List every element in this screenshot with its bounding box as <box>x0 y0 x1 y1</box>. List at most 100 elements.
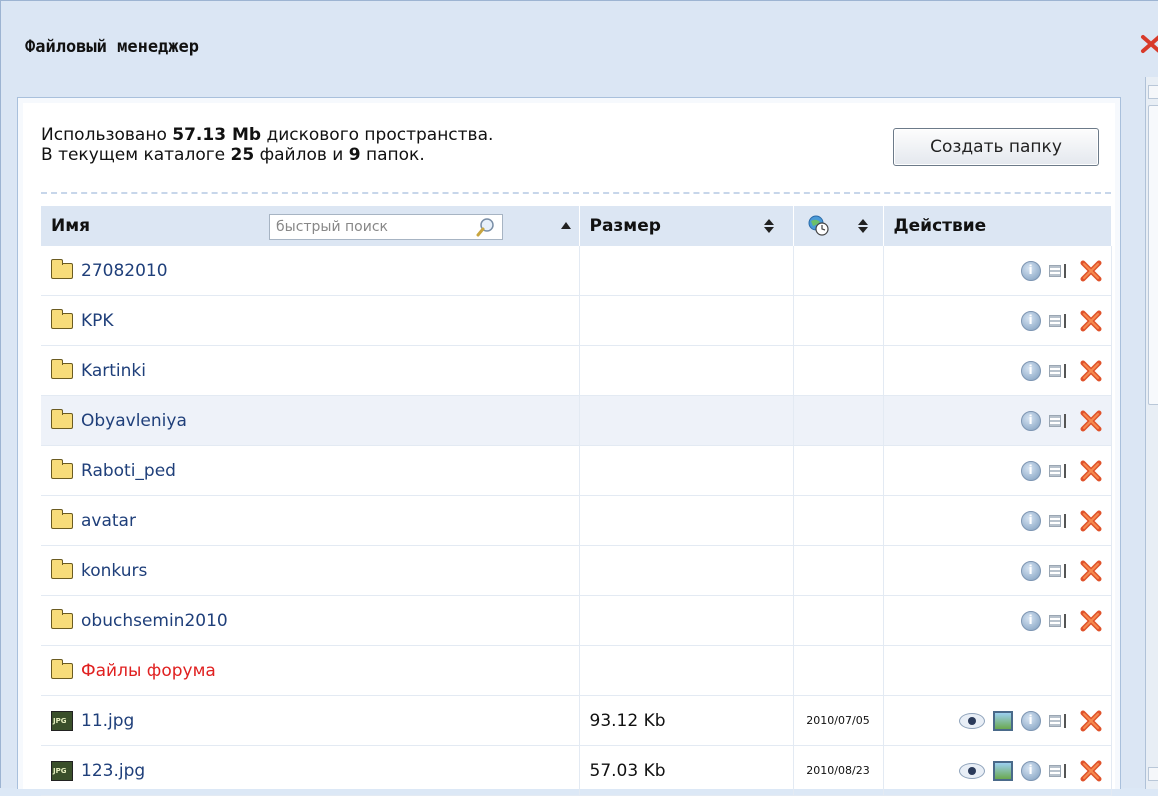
delete-icon[interactable] <box>1079 359 1103 383</box>
actions-cell <box>883 246 1112 296</box>
name-cell[interactable]: Raboti_ped <box>41 445 580 496</box>
rename-icon[interactable] <box>1048 763 1071 778</box>
scroll-down-arrow[interactable] <box>1148 767 1158 781</box>
rename-icon[interactable] <box>1048 363 1071 378</box>
table-row[interactable]: JPG 11.jpg 93.12 Kb 2010/07/05 <box>41 695 1112 746</box>
eye-icon[interactable] <box>958 712 985 729</box>
info-icon[interactable] <box>1020 610 1041 631</box>
image-icon[interactable] <box>992 710 1013 731</box>
size-cell <box>579 595 794 646</box>
date-cell <box>793 545 884 596</box>
usage-prefix: Использовано <box>41 125 173 145</box>
table-row[interactable]: JPG 123.jpg 57.03 Kb 2010/08/23 <box>41 745 1112 796</box>
info-icon[interactable] <box>1020 560 1041 581</box>
info-icon[interactable] <box>1020 460 1041 481</box>
name-cell[interactable]: Файлы форума <box>41 645 580 696</box>
size-column-header[interactable]: Размер <box>579 206 794 246</box>
file-manager-window: Файловый менеджер Использовано 57.13 Mb … <box>0 0 1158 796</box>
delete-icon[interactable] <box>1079 759 1103 783</box>
name-cell[interactable]: Obyavleniya <box>41 395 580 446</box>
rename-icon[interactable] <box>1048 613 1071 628</box>
info-icon[interactable] <box>1020 260 1041 281</box>
item-name[interactable]: KPK <box>81 311 114 331</box>
table-row[interactable]: Файлы форума <box>41 645 1112 696</box>
item-name[interactable]: Kartinki <box>81 361 146 381</box>
name-cell[interactable]: 27082010 <box>41 246 580 296</box>
delete-icon[interactable] <box>1079 609 1103 633</box>
table-row[interactable]: avatar <box>41 495 1112 546</box>
rename-icon[interactable] <box>1048 313 1071 328</box>
info-icon[interactable] <box>1020 760 1041 781</box>
folder-icon <box>51 408 73 429</box>
sort-date-icon[interactable] <box>857 219 868 233</box>
info-icon[interactable] <box>1020 410 1041 431</box>
rename-icon[interactable] <box>1048 463 1071 478</box>
vertical-scrollbar[interactable] <box>1145 77 1158 789</box>
rename-icon[interactable] <box>1048 513 1071 528</box>
delete-icon[interactable] <box>1079 559 1103 583</box>
item-name[interactable]: Raboti_ped <box>81 461 176 481</box>
name-cell[interactable]: KPK <box>41 295 580 346</box>
actions-cell <box>883 745 1112 796</box>
delete-icon[interactable] <box>1079 709 1103 733</box>
info-icon[interactable] <box>1020 360 1041 381</box>
magnifier-icon[interactable] <box>476 217 496 237</box>
eye-icon[interactable] <box>958 762 985 779</box>
jpg-file-icon: JPG <box>51 710 73 731</box>
name-cell[interactable]: konkurs <box>41 545 580 596</box>
rename-icon[interactable] <box>1048 713 1071 728</box>
file-table: Имя быстрый поиск Размер Действие 270820… <box>41 206 1112 796</box>
rename-icon[interactable] <box>1048 413 1071 428</box>
table-row[interactable]: konkurs <box>41 545 1112 596</box>
table-row[interactable]: Kartinki <box>41 345 1112 396</box>
item-name[interactable]: obuchsemin2010 <box>81 611 228 631</box>
quick-search-input[interactable]: быстрый поиск <box>269 214 503 240</box>
date-column-header[interactable] <box>793 206 884 246</box>
info-icon[interactable] <box>1020 310 1041 331</box>
create-folder-button[interactable]: Создать папку <box>893 128 1099 166</box>
item-name[interactable]: 11.jpg <box>81 711 134 731</box>
rename-icon[interactable] <box>1048 563 1071 578</box>
table-row[interactable]: Obyavleniya <box>41 395 1112 446</box>
file-count: 25 <box>230 145 255 165</box>
sort-size-icon[interactable] <box>763 219 774 233</box>
delete-icon[interactable] <box>1079 409 1103 433</box>
info-icon[interactable] <box>1020 710 1041 731</box>
delete-icon[interactable] <box>1079 509 1103 533</box>
item-name[interactable]: Файлы форума <box>81 661 216 681</box>
date-cell <box>793 345 884 396</box>
actions-cell <box>883 345 1112 396</box>
scroll-up-arrow[interactable] <box>1148 85 1158 99</box>
delete-icon[interactable] <box>1079 459 1103 483</box>
item-name[interactable]: 123.jpg <box>81 761 145 781</box>
item-name[interactable]: avatar <box>81 511 136 531</box>
item-name[interactable]: konkurs <box>81 561 147 581</box>
close-icon[interactable] <box>1139 34 1158 54</box>
table-row[interactable]: Raboti_ped <box>41 445 1112 496</box>
folder-icon <box>51 258 73 279</box>
info-icon[interactable] <box>1020 510 1041 531</box>
name-column-header[interactable]: Имя быстрый поиск <box>41 206 580 246</box>
name-cell[interactable]: JPG 123.jpg <box>41 745 580 796</box>
table-row[interactable]: 27082010 <box>41 246 1112 296</box>
item-name[interactable]: Obyavleniya <box>81 411 187 431</box>
folder-icon <box>51 608 73 629</box>
sort-asc-icon[interactable] <box>561 222 571 229</box>
window-title: Файловый менеджер <box>25 37 199 57</box>
name-header-label: Имя <box>51 216 91 236</box>
name-cell[interactable]: JPG 11.jpg <box>41 695 580 746</box>
delete-icon[interactable] <box>1079 259 1103 283</box>
actions-cell <box>883 295 1112 346</box>
delete-icon[interactable] <box>1079 309 1103 333</box>
scroll-thumb[interactable] <box>1148 105 1158 405</box>
name-cell[interactable]: obuchsemin2010 <box>41 595 580 646</box>
image-icon[interactable] <box>992 760 1013 781</box>
name-cell[interactable]: Kartinki <box>41 345 580 396</box>
table-row[interactable]: KPK <box>41 295 1112 346</box>
rename-icon[interactable] <box>1048 263 1071 278</box>
size-cell <box>579 545 794 596</box>
name-cell[interactable]: avatar <box>41 495 580 546</box>
item-name[interactable]: 27082010 <box>81 261 168 281</box>
table-row[interactable]: obuchsemin2010 <box>41 595 1112 646</box>
usage-line: Использовано 57.13 Mb дискового простран… <box>41 125 493 145</box>
